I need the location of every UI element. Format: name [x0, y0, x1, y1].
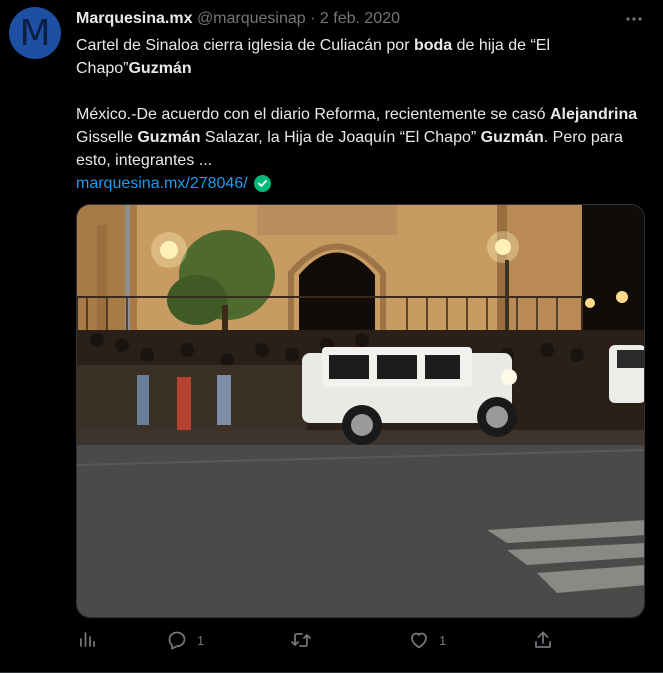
- tweet[interactable]: M Marquesina.mx @marquesinap · 2 feb. 20…: [0, 0, 663, 673]
- check-circle-icon: [253, 175, 271, 192]
- like-count: 1: [439, 632, 447, 648]
- author-handle[interactable]: @marquesinap: [197, 10, 306, 27]
- like-action[interactable]: 1: [409, 630, 446, 650]
- author-name[interactable]: Marquesina.mx: [76, 10, 192, 27]
- body-text-1: México.-De acuerdo con el diario Reforma…: [76, 106, 550, 123]
- body-bold-alejandrina: Alejandrina: [550, 106, 638, 123]
- tweet-text: Cartel de Sinaloa cierra iglesia de Culi…: [76, 34, 646, 195]
- retweet-action[interactable]: [290, 630, 312, 650]
- tweet-photo[interactable]: [76, 204, 645, 618]
- more-horizontal-icon[interactable]: [625, 10, 643, 33]
- share-action[interactable]: [534, 630, 552, 650]
- body-bold-guzman-2: Guzmán: [480, 129, 544, 146]
- night-street-wedding-photo: [77, 205, 644, 617]
- tweet-title: Cartel de Sinaloa cierra iglesia de Culi…: [76, 34, 646, 80]
- body-text-2: Gisselle: [76, 129, 138, 146]
- reply-count: 1: [197, 632, 205, 648]
- tweet-header: Marquesina.mx @marquesinap · 2 feb. 2020: [76, 9, 400, 28]
- separator-dot: ·: [310, 10, 316, 27]
- tweet-body: México.-De acuerdo con el diario Reforma…: [76, 103, 646, 172]
- link-text: marquesina.mx/278046/: [76, 175, 248, 192]
- reply-icon: [167, 630, 187, 650]
- tweet-date[interactable]: 2 feb. 2020: [320, 10, 400, 27]
- title-bold-boda: boda: [413, 37, 453, 54]
- share-icon: [534, 630, 552, 650]
- analytics-action[interactable]: [78, 630, 96, 648]
- tweet-actions: 1 1: [76, 630, 576, 656]
- tweet-link[interactable]: marquesina.mx/278046/: [76, 172, 271, 195]
- body-text-3: Salazar, la Hija de Joaquín “El Chapo”: [200, 129, 481, 146]
- avatar[interactable]: M: [9, 7, 61, 59]
- reply-action[interactable]: 1: [167, 630, 204, 650]
- bar-chart-icon: [78, 630, 96, 648]
- title-text: Cartel de Sinaloa cierra iglesia de Culi…: [76, 37, 414, 54]
- link-line: marquesina.mx/278046/: [76, 172, 646, 195]
- avatar-letter: M: [19, 13, 51, 54]
- body-bold-guzman-1: Guzmán: [137, 129, 201, 146]
- retweet-icon: [290, 630, 312, 650]
- heart-icon: [409, 630, 429, 650]
- title-bold-guzman: Guzmán: [128, 60, 192, 77]
